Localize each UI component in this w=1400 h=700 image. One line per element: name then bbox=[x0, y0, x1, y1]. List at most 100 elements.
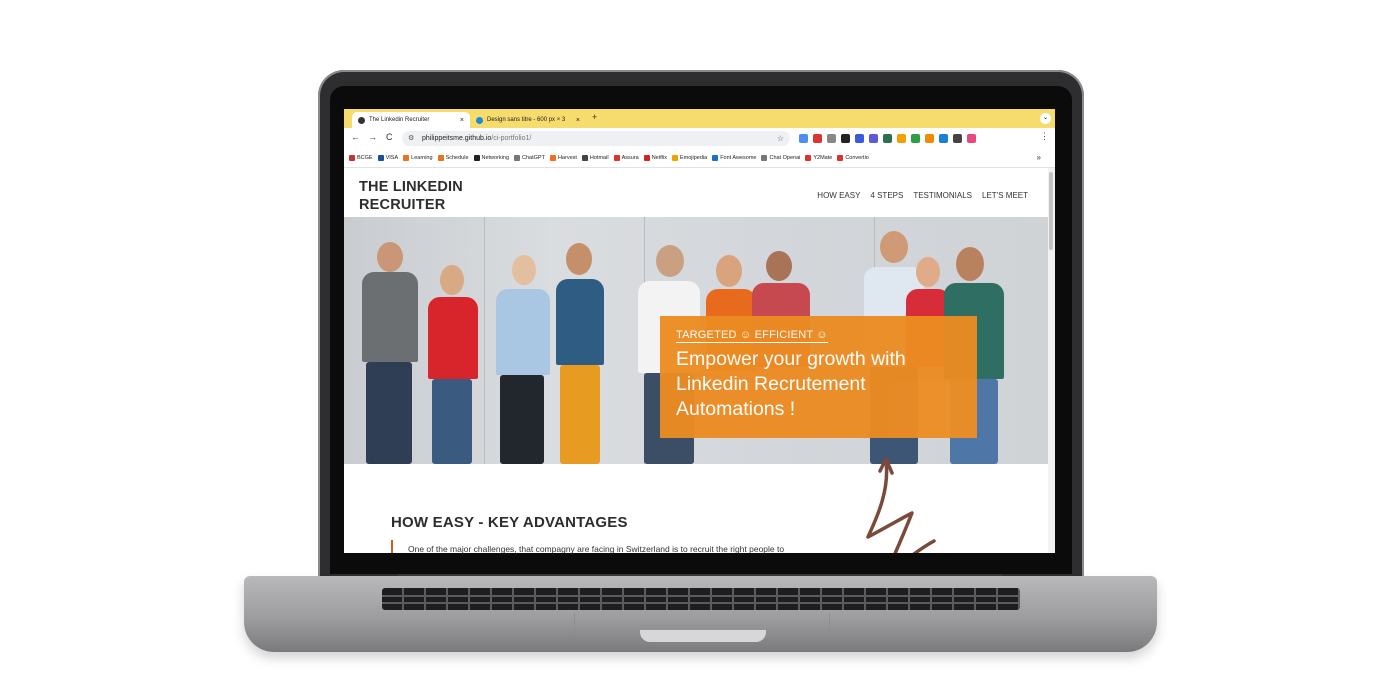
keyboard-row-divider bbox=[382, 602, 1020, 604]
extension-icon[interactable] bbox=[869, 134, 878, 143]
tab-title: The Linkedin Recruiter bbox=[369, 117, 430, 123]
bookmark-star-icon[interactable]: ☆ bbox=[777, 131, 784, 146]
reload-button[interactable]: C bbox=[386, 132, 393, 142]
bookmark-label: ChatGPT bbox=[522, 155, 545, 161]
extension-icon[interactable] bbox=[925, 134, 934, 143]
close-icon[interactable]: × bbox=[568, 117, 580, 124]
bookmarks-more-icon[interactable]: » bbox=[1037, 153, 1041, 162]
hero-banner: TARGETED ☺ EFFICIENT ☺ Empower your grow… bbox=[660, 316, 977, 438]
extension-icon[interactable] bbox=[827, 134, 836, 143]
bookmark-favicon-icon bbox=[549, 155, 556, 161]
laptop-lid-notch bbox=[640, 630, 766, 642]
bookmark-favicon-icon bbox=[837, 155, 844, 161]
website: THE LINKEDIN RECRUITER HOW EASY 4 STEPS … bbox=[344, 168, 1048, 553]
bookmark-favicon-icon bbox=[581, 155, 588, 161]
bookmark-favicon-icon bbox=[403, 155, 410, 161]
laptop-keyboard bbox=[382, 588, 1020, 610]
site-info-icon[interactable]: ⚙ bbox=[408, 131, 414, 146]
extension-icon[interactable] bbox=[813, 134, 822, 143]
page-scrollbar[interactable] bbox=[1048, 168, 1055, 553]
bookmark-favicon-icon bbox=[643, 155, 650, 161]
globe-icon bbox=[358, 116, 365, 124]
bookmark-favicon-icon bbox=[712, 155, 719, 161]
extension-icon[interactable] bbox=[911, 134, 920, 143]
tab-search-button[interactable]: ⌄ bbox=[1040, 113, 1051, 124]
bookmark-item[interactable]: Assura bbox=[613, 155, 639, 161]
bookmark-label: Font Awesome bbox=[720, 155, 757, 161]
bookmark-label: Learning bbox=[411, 155, 433, 161]
bookmark-item[interactable]: Schedule bbox=[437, 155, 469, 161]
section-title: HOW EASY - KEY ADVANTAGES bbox=[391, 514, 628, 531]
squiggle-arrow-icon bbox=[866, 457, 936, 553]
nav-how-easy[interactable]: HOW EASY bbox=[817, 191, 860, 200]
bookmark-item[interactable]: Hotmail bbox=[581, 155, 609, 161]
hero-image: TARGETED ☺ EFFICIENT ☺ Empower your grow… bbox=[344, 217, 1048, 464]
new-tab-button[interactable]: + bbox=[592, 112, 597, 122]
site-nav: HOW EASY 4 STEPS TESTIMONIALS LET'S MEET bbox=[817, 191, 1028, 200]
extension-icon[interactable] bbox=[841, 134, 850, 143]
address-bar[interactable]: ⚙ philippeitsme.github.io/ci-portfolio1/… bbox=[402, 131, 790, 146]
browser-tab-bar: The Linkedin Recruiter × Design sans tit… bbox=[344, 109, 1055, 128]
hero-headline: Empower your growth with Linkedin Recrut… bbox=[676, 348, 906, 420]
section-accent-bar bbox=[391, 540, 393, 553]
browser-toolbar: ← → C ⚙ philippeitsme.github.io/ci-portf… bbox=[344, 128, 1055, 149]
tab-title: Design sans titre - 600 px × 3 bbox=[487, 117, 566, 123]
bookmark-label: Networking bbox=[481, 155, 510, 161]
bookmark-label: Assura bbox=[621, 155, 639, 161]
bookmark-favicon-icon bbox=[761, 155, 768, 161]
bookmark-favicon-icon bbox=[613, 155, 620, 161]
bookmark-item[interactable]: Networking bbox=[473, 155, 510, 161]
close-icon[interactable]: × bbox=[452, 117, 464, 124]
extension-icon[interactable] bbox=[855, 134, 864, 143]
bookmark-item[interactable]: Chat Openai bbox=[761, 155, 800, 161]
extension-icon[interactable] bbox=[799, 134, 808, 143]
tab-design[interactable]: Design sans titre - 600 px × 3 × bbox=[470, 112, 586, 128]
bookmark-label: Harvest bbox=[557, 155, 577, 161]
bookmark-item[interactable]: Harvest bbox=[549, 155, 577, 161]
bookmark-label: VISA bbox=[385, 155, 399, 161]
bookmark-item[interactable]: Learning bbox=[403, 155, 433, 161]
bookmark-favicon-icon bbox=[514, 155, 521, 161]
bookmark-item[interactable]: VISA bbox=[377, 155, 399, 161]
canva-icon bbox=[476, 116, 483, 124]
keyboard-row-divider bbox=[382, 595, 1020, 597]
forward-button[interactable]: → bbox=[368, 132, 377, 142]
bookmark-favicon-icon bbox=[473, 155, 480, 161]
extension-icon[interactable] bbox=[883, 134, 892, 143]
bookmark-label: Y2Mate bbox=[813, 155, 833, 161]
bookmark-item[interactable]: Convertio bbox=[837, 155, 869, 161]
bookmark-favicon-icon bbox=[671, 155, 678, 161]
extension-icon[interactable] bbox=[939, 134, 948, 143]
bookmark-label: Netflix bbox=[651, 155, 667, 161]
bookmark-item[interactable]: Emojipedia bbox=[671, 155, 708, 161]
bookmarks-bar: BCGE VISA Learning Schedule Networking ChatGP… bbox=[344, 149, 1055, 168]
site-brand[interactable]: THE LINKEDIN RECRUITER bbox=[359, 178, 499, 214]
bookmark-label: Emojipedia bbox=[679, 155, 708, 161]
bookmark-item[interactable]: Font Awesome bbox=[712, 155, 756, 161]
section-text: One of the major challenges, that compag… bbox=[408, 544, 785, 553]
bookmark-item[interactable]: Netflix bbox=[643, 155, 667, 161]
bookmark-label: Chat Openai bbox=[769, 155, 801, 161]
nav-4-steps[interactable]: 4 STEPS bbox=[870, 191, 903, 200]
extension-icon[interactable] bbox=[967, 134, 976, 143]
laptop-screen: The Linkedin Recruiter × Design sans tit… bbox=[344, 109, 1055, 553]
nav-lets-meet[interactable]: LET'S MEET bbox=[982, 191, 1028, 200]
bookmark-favicon-icon bbox=[805, 155, 812, 161]
url-text: philippeitsme.github.io/ci-portfolio1/ bbox=[422, 135, 532, 142]
extension-icon[interactable] bbox=[953, 134, 962, 143]
bookmark-item[interactable]: Y2Mate bbox=[805, 155, 832, 161]
hero-tagline: TARGETED ☺ EFFICIENT ☺ bbox=[676, 329, 828, 343]
bookmark-favicon-icon bbox=[377, 155, 384, 161]
bookmark-item[interactable]: ChatGPT bbox=[514, 155, 545, 161]
bookmark-label: Convertio bbox=[845, 155, 869, 161]
extension-icon[interactable] bbox=[897, 134, 906, 143]
scrollbar-thumb[interactable] bbox=[1049, 172, 1053, 250]
extensions-area bbox=[799, 134, 976, 143]
back-button[interactable]: ← bbox=[351, 132, 360, 142]
bookmark-label: BCGE bbox=[357, 155, 373, 161]
bookmark-item[interactable]: BCGE bbox=[349, 155, 373, 161]
bookmark-favicon-icon bbox=[437, 155, 444, 161]
nav-testimonials[interactable]: TESTIMONIALS bbox=[913, 191, 972, 200]
menu-dots-icon[interactable]: ⋮ bbox=[1040, 131, 1049, 142]
tab-linkedin-recruiter[interactable]: The Linkedin Recruiter × bbox=[352, 112, 470, 128]
